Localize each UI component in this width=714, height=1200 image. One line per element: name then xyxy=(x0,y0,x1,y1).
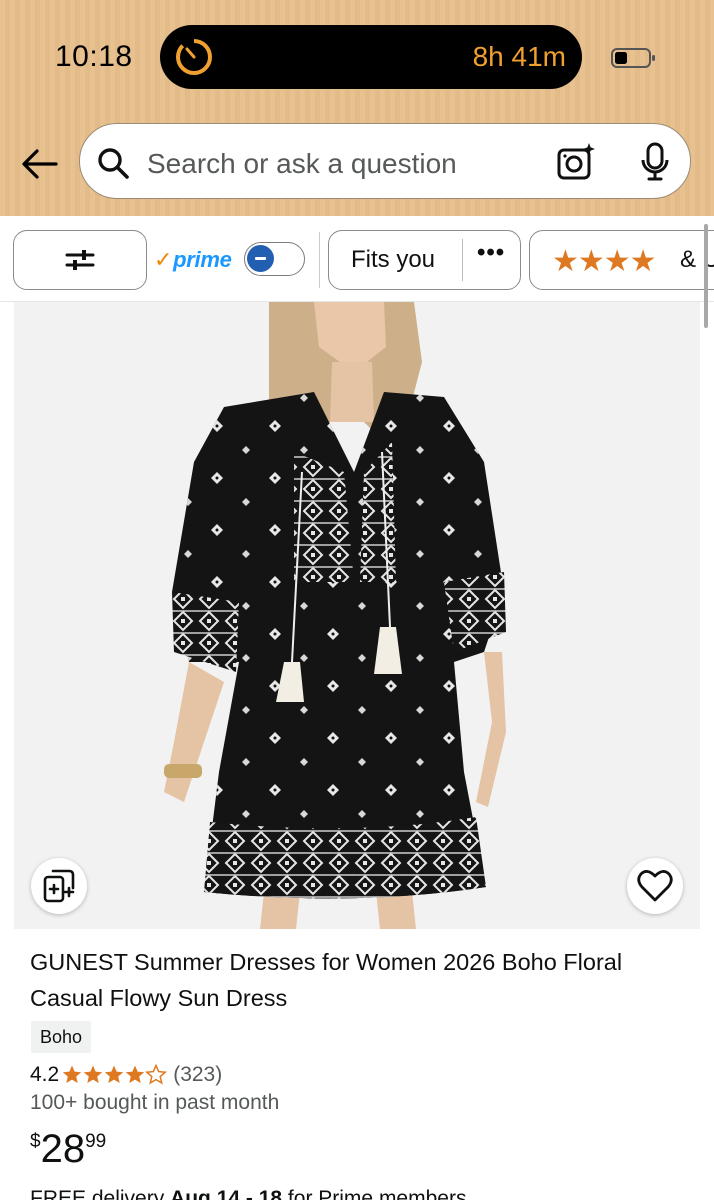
rating-filter-label: & Up xyxy=(680,246,714,273)
microphone-icon[interactable] xyxy=(640,142,670,182)
chip-separator xyxy=(462,239,463,281)
product-image[interactable] xyxy=(14,302,700,929)
toggle-knob xyxy=(247,245,274,272)
battery-icon xyxy=(611,48,655,68)
dress-illustration xyxy=(164,302,506,929)
search-input[interactable]: Search or ask a question xyxy=(147,148,457,180)
product-title[interactable]: GUNEST Summer Dresses for Women 2026 Boh… xyxy=(30,944,680,1016)
timer-icon xyxy=(176,38,212,75)
fits-you-chip[interactable]: Fits you ••• xyxy=(328,230,521,290)
prime-toggle[interactable] xyxy=(244,242,305,276)
delivery-info: FREE delivery Aug 14 - 18 for Prime memb… xyxy=(30,1187,466,1200)
delivery-suffix: for Prime members xyxy=(282,1187,467,1200)
prime-logo: ✓prime xyxy=(154,247,232,273)
compare-icon[interactable] xyxy=(31,858,87,914)
price-fraction: 99 xyxy=(85,1131,107,1152)
search-icon xyxy=(98,148,129,179)
fits-you-label: Fits you xyxy=(351,246,436,273)
delivery-prefix: FREE delivery xyxy=(30,1187,171,1200)
review-count[interactable]: (323) xyxy=(173,1063,222,1087)
app-header: 10:18 8h 41m Search or ask a question xyxy=(0,0,714,216)
timer-text: 8h 41m xyxy=(472,41,566,72)
bought-count: 100+ bought in past month xyxy=(30,1091,280,1114)
price: $2899 xyxy=(30,1127,106,1172)
camera-lens-icon[interactable] xyxy=(556,142,596,182)
more-options-icon[interactable]: ••• xyxy=(477,239,505,267)
rating-row[interactable]: 4.2 (323) xyxy=(30,1062,222,1088)
dynamic-island-timer[interactable]: 8h 41m xyxy=(160,25,582,89)
sliders-icon xyxy=(65,250,95,270)
scrollbar[interactable] xyxy=(704,224,708,328)
search-bar[interactable]: Search or ask a question xyxy=(79,123,691,199)
divider xyxy=(319,232,320,288)
price-whole: 28 xyxy=(40,1127,86,1171)
filter-bar: ✓prime Fits you ••• ★★★★ & Up xyxy=(0,216,714,302)
prime-filter[interactable]: ✓prime xyxy=(154,242,232,278)
rating-stars-icon xyxy=(62,1064,168,1086)
rating-value: 4.2 xyxy=(30,1063,60,1086)
price-symbol: $ xyxy=(30,1131,41,1152)
prime-label: prime xyxy=(173,247,232,272)
four-stars-icon: ★★★★ xyxy=(552,245,657,278)
delivery-dates: Aug 14 - 18 xyxy=(170,1187,283,1200)
back-arrow-icon[interactable] xyxy=(20,146,60,182)
product-card[interactable]: GUNEST Summer Dresses for Women 2026 Boh… xyxy=(14,302,700,1200)
prime-check-icon: ✓ xyxy=(154,247,173,272)
style-badge: Boho xyxy=(31,1021,92,1053)
filter-button[interactable] xyxy=(13,230,147,290)
status-time: 10:18 xyxy=(55,40,133,73)
heart-icon[interactable] xyxy=(627,858,683,914)
rating-filter-chip[interactable]: ★★★★ & Up xyxy=(529,230,714,290)
